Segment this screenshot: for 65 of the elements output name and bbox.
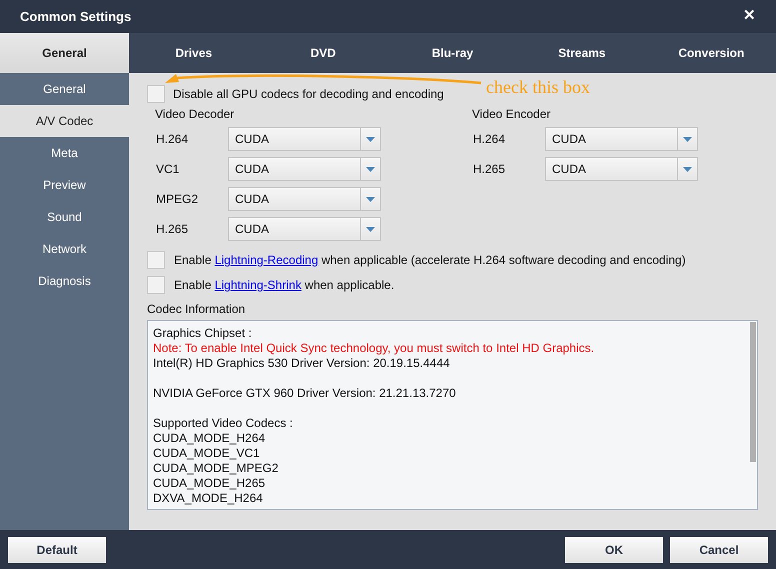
sidebar-item[interactable]: A/V Codec — [0, 105, 129, 137]
caret-icon — [366, 226, 375, 232]
dropdown-value: CUDA — [234, 221, 270, 238]
feature-link[interactable]: Lightning-Shrink — [214, 278, 302, 292]
caret-icon — [683, 136, 692, 142]
info-line: CUDA_MODE_VC1 — [153, 446, 261, 461]
codec-label: MPEG2 — [155, 191, 200, 208]
codec-label: VC1 — [155, 161, 180, 178]
tab[interactable]: Streams — [517, 33, 647, 73]
section-heading: Video Decoder — [154, 106, 236, 123]
checkbox[interactable] — [147, 85, 165, 103]
tab[interactable]: General — [0, 33, 129, 73]
annotation-text: check this box — [486, 76, 590, 99]
codec-dropdown[interactable]: CUDA — [228, 217, 381, 241]
sidebar-item[interactable]: General — [0, 73, 129, 105]
info-line: Note: To enable Intel Quick Sync technology, you must switch to Intel HD Graphics. — [153, 341, 596, 356]
dropdown-value: CUDA — [551, 131, 588, 148]
info-line: Graphics Chipset : — [153, 326, 253, 341]
tab[interactable]: Blu-ray — [388, 33, 518, 73]
caret-icon — [366, 136, 375, 142]
sidebar-item[interactable]: Preview — [0, 169, 129, 201]
info-line: NVIDIA GeForce GTX 960 Driver Version: 21.21.13.7270 — [153, 386, 457, 401]
info-line: Intel(R) HD Graphics 530 Driver Version: 20.19.15.4444 — [153, 356, 451, 371]
info-line: CUDA_MODE_MPEG2 — [153, 461, 280, 476]
codec-label: H.265 — [155, 221, 190, 238]
checkbox[interactable] — [147, 251, 165, 269]
dropdown-value: CUDA — [551, 161, 588, 178]
info-line: CUDA_MODE_H264 — [153, 431, 266, 446]
dropdown-value: CUDA — [234, 131, 270, 148]
feature-link[interactable]: Lightning-Recoding — [214, 253, 318, 267]
sidebar-item[interactable]: Sound — [0, 201, 129, 233]
window-title: Common Settings — [20, 8, 132, 26]
caret-icon — [366, 196, 375, 202]
codec-label: H.264 — [472, 131, 506, 148]
codec-dropdown[interactable]: CUDA — [228, 127, 381, 151]
checkbox[interactable] — [147, 276, 165, 294]
close-button[interactable]: ✕ — [743, 5, 756, 28]
codec-dropdown[interactable]: CUDA — [228, 157, 381, 181]
ok-button[interactable]: OK — [565, 536, 663, 562]
option-label: Enable Lightning-Shrink when applicable. — [174, 277, 394, 294]
cancel-button[interactable]: Cancel — [670, 536, 768, 562]
info-line: Supported Video Codecs : — [153, 416, 294, 431]
sidebar-item[interactable]: Diagnosis — [0, 265, 129, 297]
info-line: CUDA_MODE_H265 — [153, 476, 266, 491]
option-label: Enable Lightning-Recoding when applicable (accelerate H.264 software decoding and encoding) — [174, 252, 686, 269]
codec-dropdown[interactable]: CUDA — [545, 127, 698, 151]
codec-dropdown[interactable]: CUDA — [545, 157, 698, 181]
codec-dropdown[interactable]: CUDA — [228, 187, 381, 211]
tab[interactable]: Conversion — [646, 33, 776, 73]
tab[interactable]: Drives — [129, 33, 258, 73]
codec-label: H.264 — [155, 131, 190, 148]
sidebar-item[interactable]: Meta — [0, 137, 129, 169]
dropdown-value: CUDA — [234, 161, 270, 178]
sidebar-item[interactable]: Network — [0, 233, 129, 265]
caret-icon — [683, 166, 692, 172]
scrollbar-thumb[interactable] — [750, 322, 756, 462]
section-heading: Codec Information — [147, 301, 246, 318]
dropdown-value: CUDA — [234, 191, 270, 208]
tab[interactable]: DVD — [258, 33, 388, 73]
caret-icon — [366, 166, 375, 172]
default-button[interactable]: Default — [8, 536, 106, 562]
codec-label: H.265 — [472, 161, 506, 178]
checkbox-label: Disable all GPU codecs for decoding and encoding — [173, 86, 444, 103]
info-line: DXVA_MODE_H264 — [153, 491, 264, 506]
section-heading: Video Encoder — [471, 106, 552, 123]
